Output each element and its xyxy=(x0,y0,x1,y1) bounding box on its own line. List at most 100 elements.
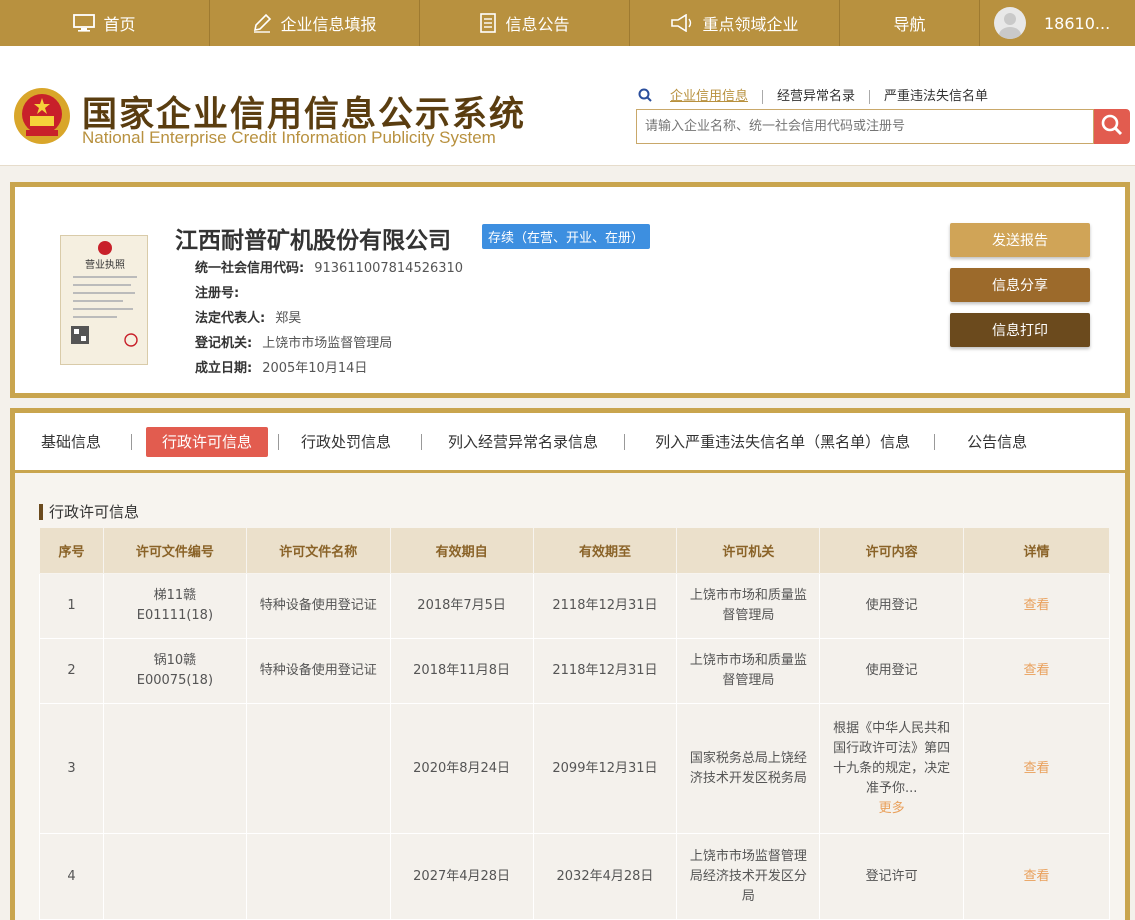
col-header: 序号 xyxy=(39,527,104,574)
send-report-button[interactable]: 发送报告 xyxy=(950,223,1090,257)
cell-from: 2020年8月24日 xyxy=(389,703,534,834)
user-name: 18610... xyxy=(1044,13,1111,33)
cell-detail: 查看 xyxy=(963,638,1110,704)
cell-from: 2018年7月5日 xyxy=(389,573,534,639)
cell-content: 使用登记 xyxy=(819,573,965,639)
info-reg-no: 注册号: xyxy=(195,282,249,301)
cell-from: 2027年4月28日 xyxy=(389,833,534,920)
info-found-date: 成立日期: 2005年10月14日 xyxy=(195,357,367,376)
col-header: 许可机关 xyxy=(676,527,821,574)
tab-abnormal-list[interactable]: 列入经营异常名录信息 xyxy=(448,427,598,457)
cell-code xyxy=(102,703,247,834)
site-subtitle: National Enterprise Credit Information P… xyxy=(82,128,496,147)
search-icon xyxy=(638,88,652,106)
monitor-icon xyxy=(73,14,96,32)
cell-content: 根据《中华人民共和国行政许可法》第四十九条的规定，决定准予你... 更多 xyxy=(819,703,965,834)
view-link[interactable]: 查看 xyxy=(1024,598,1050,613)
business-license-image[interactable]: 营业执照 xyxy=(60,235,148,365)
cell-detail: 查看 xyxy=(963,833,1110,920)
search-icon xyxy=(1100,113,1124,141)
cell-no: 1 xyxy=(39,573,104,639)
tab-divider xyxy=(421,433,423,450)
tab-announcements[interactable]: 公告信息 xyxy=(967,427,1027,457)
main-panel: 基础信息 行政许可信息 行政处罚信息 列入经营异常名录信息 列入严重违法失信名单… xyxy=(10,408,1130,920)
license-caption: 营业执照 xyxy=(85,258,125,271)
search-input[interactable] xyxy=(636,109,1094,144)
nav-key-label: 重点领域企业 xyxy=(702,15,799,34)
nav-user[interactable]: 18610... xyxy=(980,0,1135,46)
tab-blacklist[interactable]: 列入严重违法失信名单（黑名单）信息 xyxy=(655,427,910,457)
tab-admin-penalty[interactable]: 行政处罚信息 xyxy=(301,427,391,457)
table-row: 1 梯11赣E01111(18) 特种设备使用登记证 2018年7月5日 211… xyxy=(39,573,1110,639)
cell-org: 上饶市市场和质量监督管理局 xyxy=(676,573,821,639)
section-bar xyxy=(39,503,43,520)
field-value: 913611007814526310 xyxy=(314,261,464,276)
table-header-row: 序号 许可文件编号 许可文件名称 有效期自 有效期至 许可机关 许可内容 详情 xyxy=(39,527,1110,574)
section-title: 行政许可信息 xyxy=(39,501,139,522)
view-link[interactable]: 查看 xyxy=(1024,869,1050,884)
megaphone-icon xyxy=(670,14,694,32)
table-row: 2 锅10赣E00075(18) 特种设备使用登记证 2018年11月8日 21… xyxy=(39,638,1110,704)
cell-no: 3 xyxy=(39,703,104,834)
cell-name xyxy=(245,833,391,920)
field-label: 注册号: xyxy=(195,286,240,301)
nav-notice-label: 信息公告 xyxy=(505,15,570,34)
link-abnormal-list[interactable]: 经营异常名录 xyxy=(763,90,871,104)
nav-key-enterprises[interactable]: 重点领域企业 xyxy=(630,0,840,46)
top-nav: 首页 企业信息填报 信息公告 重点领域企业 导航 18610... xyxy=(0,0,1135,46)
nav-notice[interactable]: 信息公告 xyxy=(420,0,630,46)
pen-icon xyxy=(252,13,272,33)
status-badge: 存续（在营、开业、在册） xyxy=(482,224,651,249)
field-label: 统一社会信用代码: xyxy=(195,261,305,276)
cell-to: 2118年12月31日 xyxy=(532,573,678,639)
field-value: 上饶市市场监督管理局 xyxy=(262,336,393,351)
col-header: 详情 xyxy=(963,527,1110,574)
more-link[interactable]: 更多 xyxy=(832,799,951,819)
cell-detail: 查看 xyxy=(963,573,1110,639)
license-table: 序号 许可文件编号 许可文件名称 有效期自 有效期至 许可机关 许可内容 详情 … xyxy=(39,527,1110,920)
cell-org: 国家税务总局上饶经济技术开发区税务局 xyxy=(676,703,821,834)
cell-content: 登记许可 xyxy=(819,833,965,920)
nav-home-label: 首页 xyxy=(103,15,136,34)
cell-name: 特种设备使用登记证 xyxy=(245,573,391,639)
tab-divider xyxy=(624,433,626,450)
content-text: 根据《中华人民共和国行政许可法》第四十九条的规定，决定准予你... xyxy=(833,720,951,796)
col-header: 许可内容 xyxy=(819,527,965,574)
cell-no: 2 xyxy=(39,638,104,704)
link-blacklist[interactable]: 严重违法失信名单 xyxy=(870,90,1002,104)
cell-org: 上饶市市场监督管理局经济技术开发区分局 xyxy=(676,833,821,920)
print-info-button[interactable]: 信息打印 xyxy=(950,313,1090,347)
company-card: 营业执照 江西耐普矿机股份有限公司 存续（在营、开业、在册） 统一社会信用代码:… xyxy=(10,182,1130,398)
info-reg-authority: 登记机关: 上饶市市场监督管理局 xyxy=(195,332,392,351)
company-name: 江西耐普矿机股份有限公司 xyxy=(175,228,451,254)
cell-name xyxy=(245,703,391,834)
info-credit-code: 统一社会信用代码: 913611007814526310 xyxy=(195,257,463,276)
tab-basic-info[interactable]: 基础信息 xyxy=(41,427,101,457)
table-row: 3 2020年8月24日 2099年12月31日 国家税务总局上饶经济技术开发区… xyxy=(39,703,1110,834)
cell-code: 梯11赣E01111(18) xyxy=(102,573,247,639)
avatar xyxy=(994,7,1026,39)
col-header: 有效期至 xyxy=(532,527,678,574)
cell-content: 使用登记 xyxy=(819,638,965,704)
field-label: 成立日期: xyxy=(195,361,253,376)
view-link[interactable]: 查看 xyxy=(1024,761,1050,776)
info-tabs: 基础信息 行政许可信息 行政处罚信息 列入经营异常名录信息 列入严重违法失信名单… xyxy=(15,413,1125,473)
nav-guide[interactable]: 导航 xyxy=(840,0,980,46)
field-value: 郑昊 xyxy=(275,311,302,326)
nav-home[interactable]: 首页 xyxy=(0,0,210,46)
col-header: 有效期自 xyxy=(389,527,534,574)
tab-admin-license[interactable]: 行政许可信息 xyxy=(146,426,269,457)
link-credit-info[interactable]: 企业信用信息 xyxy=(656,90,764,104)
col-header: 许可文件名称 xyxy=(245,527,391,574)
site-header: 国家企业信用信息公示系统 National Enterprise Credit … xyxy=(0,46,1135,166)
field-value: 2005年10月14日 xyxy=(262,361,368,376)
cell-detail: 查看 xyxy=(963,703,1110,834)
search-button[interactable] xyxy=(1094,109,1130,144)
cell-to: 2032年4月28日 xyxy=(532,833,678,920)
field-label: 法定代表人: xyxy=(195,311,266,326)
nav-enterprise-fill[interactable]: 企业信息填报 xyxy=(210,0,420,46)
cell-from: 2018年11月8日 xyxy=(389,638,534,704)
cell-org: 上饶市市场和质量监督管理局 xyxy=(676,638,821,704)
share-info-button[interactable]: 信息分享 xyxy=(950,268,1090,302)
view-link[interactable]: 查看 xyxy=(1024,663,1050,678)
